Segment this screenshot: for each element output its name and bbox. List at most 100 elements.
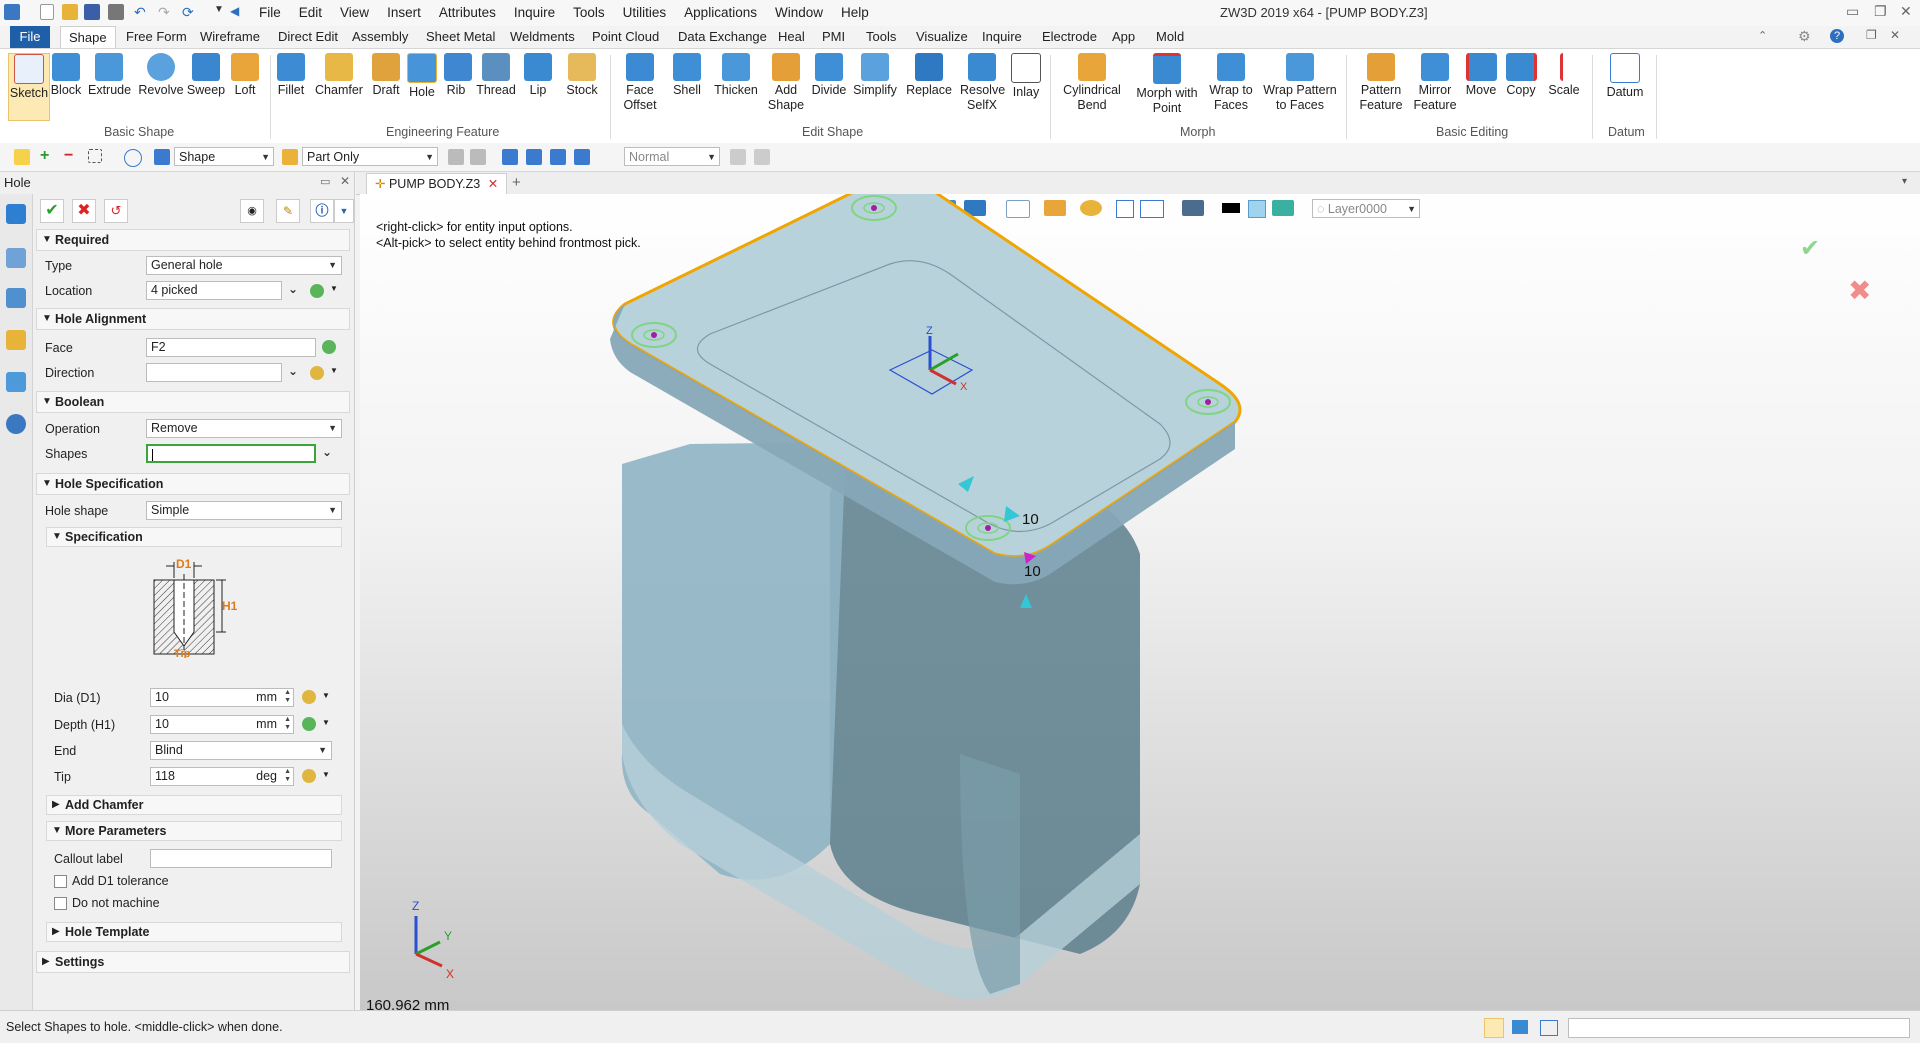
pin-icon[interactable]: ▭ xyxy=(320,175,330,188)
minimize-icon[interactable]: ▭ xyxy=(1846,3,1859,20)
sweep-button[interactable]: Sweep xyxy=(186,53,226,98)
restore-icon[interactable]: ❐ xyxy=(1874,3,1887,20)
menu-insert[interactable]: Insert xyxy=(378,4,430,22)
location-field[interactable]: 4 picked xyxy=(146,281,282,300)
face-field[interactable]: F2 xyxy=(146,338,316,357)
ok-button[interactable]: ✔ xyxy=(40,199,64,223)
face-offset-button[interactable]: Face Offset xyxy=(618,53,662,113)
copy-button[interactable]: Copy xyxy=(1504,53,1538,98)
menu-inquire[interactable]: Inquire xyxy=(505,4,564,22)
tab-file[interactable]: File xyxy=(10,26,50,48)
menu-help[interactable]: Help xyxy=(832,4,878,22)
toolbar-icon-g[interactable] xyxy=(730,149,746,165)
subsection-hole-template[interactable]: ▶ Hole Template xyxy=(46,922,342,942)
type-select[interactable]: General hole ▼ xyxy=(146,256,342,275)
resolve-selfx-button[interactable]: Resolve SelfX xyxy=(960,53,1005,113)
move-button[interactable]: Move xyxy=(1464,53,1498,98)
tab-electrode[interactable]: Electrode xyxy=(1034,26,1105,48)
pick-arrow-icon[interactable] xyxy=(14,149,30,165)
callout-input[interactable] xyxy=(150,849,332,868)
user-icon[interactable] xyxy=(6,414,26,434)
inlay-button[interactable]: Inlay xyxy=(1010,53,1042,100)
status-toggle-icon[interactable] xyxy=(1484,1018,1504,1038)
menu-applications[interactable]: Applications xyxy=(675,4,766,22)
hole-button[interactable]: Hole xyxy=(406,53,438,100)
cylindrical-bend-button[interactable]: Cylindrical Bend xyxy=(1060,53,1124,113)
toolbar-icon-e[interactable] xyxy=(550,149,566,165)
tab-tools[interactable]: Tools xyxy=(858,26,904,48)
fillet-button[interactable]: Fillet xyxy=(276,53,306,98)
remove-selection-icon[interactable]: − xyxy=(64,148,80,165)
undo-icon[interactable]: ↶ xyxy=(134,4,150,20)
status-list-icon[interactable] xyxy=(1540,1020,1558,1036)
preview-button[interactable]: ◉ xyxy=(240,199,264,223)
menu-tools[interactable]: Tools xyxy=(564,4,614,22)
lip-button[interactable]: Lip xyxy=(524,53,552,98)
expand-double-icon[interactable]: ⌄ xyxy=(288,282,298,296)
pick-direction-icon[interactable] xyxy=(310,366,324,380)
view-manager-icon[interactable] xyxy=(6,372,26,392)
menu-utilities[interactable]: Utilities xyxy=(614,4,676,22)
menu-view[interactable]: View xyxy=(331,4,378,22)
info-button[interactable]: ⓘ xyxy=(310,199,334,223)
stock-button[interactable]: Stock xyxy=(564,53,600,98)
scope-icon[interactable] xyxy=(282,149,298,165)
loft-button[interactable]: Loft xyxy=(228,53,262,98)
3d-viewport[interactable]: <right-click> for entity input options. … xyxy=(360,194,1920,1010)
subsection-add-chamfer[interactable]: ▶ Add Chamfer xyxy=(46,795,342,815)
toolbar-icon-f[interactable] xyxy=(574,149,590,165)
tip-input[interactable]: 118 deg ▲ ▼ xyxy=(150,767,294,786)
render-mode-combo[interactable]: Normal ▼ xyxy=(624,147,720,166)
toolbar-icon-h[interactable] xyxy=(754,149,770,165)
section-hole-alignment[interactable]: ▼ Hole Alignment xyxy=(36,308,350,330)
back-arrow-icon[interactable]: ◀ xyxy=(230,4,246,20)
operation-select[interactable]: Remove ▼ xyxy=(146,419,342,438)
redo-icon[interactable]: ↷ xyxy=(158,4,174,20)
help-dropdown-button[interactable]: ▼ xyxy=(334,199,354,223)
tab-point-cloud[interactable]: Point Cloud xyxy=(584,26,667,48)
tab-mold[interactable]: Mold xyxy=(1148,26,1192,48)
app-logo-icon[interactable] xyxy=(4,4,20,20)
tip-variable-icon[interactable] xyxy=(302,769,316,783)
tab-assembly[interactable]: Assembly xyxy=(344,26,416,48)
part-icon[interactable] xyxy=(6,330,26,350)
section-hole-specification[interactable]: ▼ Hole Specification xyxy=(36,473,350,495)
chevron-down-icon[interactable]: ▼ xyxy=(330,284,338,293)
toolbar-icon-b[interactable] xyxy=(470,149,486,165)
chevron-down-icon[interactable]: ▼ xyxy=(322,691,330,700)
block-button[interactable]: Block xyxy=(50,53,82,98)
mirror-feature-button[interactable]: Mirror Feature xyxy=(1410,53,1460,113)
tab-weldments[interactable]: Weldments xyxy=(502,26,583,48)
add-selection-icon[interactable]: + xyxy=(40,148,56,165)
divide-button[interactable]: Divide xyxy=(810,53,848,98)
toolbar-icon-a[interactable] xyxy=(448,149,464,165)
menu-edit[interactable]: Edit xyxy=(290,4,331,22)
tab-free-form[interactable]: Free Form xyxy=(118,26,195,48)
panel-close-icon[interactable]: ✕ xyxy=(340,174,350,188)
depth-input[interactable]: 10 mm ▲ ▼ xyxy=(150,715,294,734)
filter-icon[interactable] xyxy=(154,149,170,165)
section-required[interactable]: ▼ Required xyxy=(36,229,350,251)
tab-wireframe[interactable]: Wireframe xyxy=(192,26,268,48)
tab-sheet-metal[interactable]: Sheet Metal xyxy=(418,26,503,48)
pump-body-model[interactable]: Z X 10 10 Z Y X xyxy=(360,194,1920,1010)
sketch-button[interactable]: Sketch xyxy=(8,53,50,121)
toolbar-icon-d[interactable] xyxy=(526,149,542,165)
pattern-feature-button[interactable]: Pattern Feature xyxy=(1356,53,1406,113)
refresh-icon[interactable]: ⟳ xyxy=(182,4,198,20)
chevron-down-icon[interactable]: ▼ xyxy=(330,366,338,375)
thicken-button[interactable]: Thicken xyxy=(712,53,760,98)
do-not-machine-checkbox[interactable] xyxy=(54,897,67,910)
wrap-pattern-to-faces-button[interactable]: Wrap Pattern to Faces xyxy=(1262,53,1338,113)
pick-location-icon[interactable] xyxy=(310,284,324,298)
cancel-button[interactable]: ✖ xyxy=(72,199,96,223)
rib-button[interactable]: Rib xyxy=(444,53,472,98)
chevron-down-icon[interactable]: ▼ xyxy=(214,4,230,20)
toolbar-icon-c[interactable] xyxy=(502,149,518,165)
simplify-button[interactable]: Simplify xyxy=(852,53,898,98)
subsection-specification[interactable]: ▼ Specification xyxy=(46,527,342,547)
print-icon[interactable] xyxy=(108,4,124,20)
menu-attributes[interactable]: Attributes xyxy=(430,4,505,22)
spinner-icon[interactable]: ▲ ▼ xyxy=(284,768,291,784)
mini-restore-icon[interactable]: ❐ xyxy=(1866,28,1877,42)
